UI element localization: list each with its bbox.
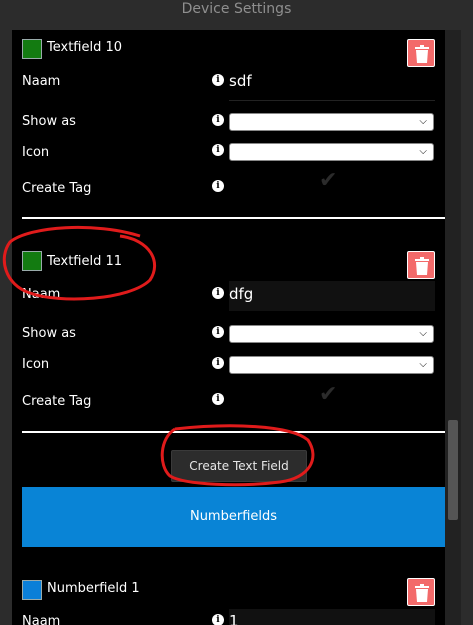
annotation-circle-textfield-title xyxy=(2,225,157,301)
annotation-overlay xyxy=(2,225,315,487)
annotation-circle-create-button xyxy=(160,424,315,487)
